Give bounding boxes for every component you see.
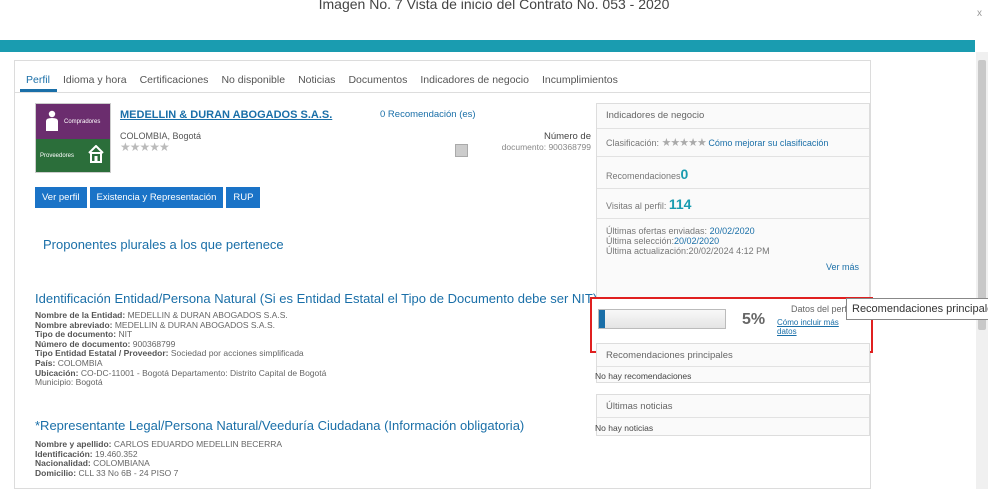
recommendations-title: Recomendaciones principales xyxy=(606,350,733,361)
tab-perfil[interactable]: Perfil xyxy=(20,65,57,92)
news-empty: No hay noticias xyxy=(595,423,654,433)
top-bar xyxy=(0,40,975,52)
identification-title: Identificación Entidad/Persona Natural (… xyxy=(35,291,598,306)
profile-progress-percent: 5% xyxy=(742,311,766,328)
document-number: Número de documento: 900368799 xyxy=(501,131,591,152)
news-panel: Últimas noticias No hay noticias xyxy=(595,394,870,436)
tab-noticias[interactable]: Noticias xyxy=(292,65,342,92)
profile-progress-bar xyxy=(598,309,726,329)
news-title: Últimas noticias xyxy=(606,401,673,412)
recommendations-row: Recomendaciones0 xyxy=(606,166,689,182)
recommendations-empty: No hay recomendaciones xyxy=(595,371,692,381)
house-icon xyxy=(88,145,104,163)
profile-header: Compradores Proveedores MEDELLIN & DURAN… xyxy=(35,103,591,175)
caption: Imagen No. 7 Vista de inicio del Contrat… xyxy=(318,0,670,12)
ver-mas-link[interactable]: Ver más xyxy=(826,262,859,272)
indicators-panel: Indicadores de negocio Clasificación: ★★… xyxy=(596,103,870,301)
logo-top-text: Compradores xyxy=(64,119,101,125)
person-icon xyxy=(46,110,58,131)
recommendation-count: 0 Recomendación (es) xyxy=(380,109,476,120)
close-icon[interactable]: x xyxy=(977,8,982,19)
activity-dates: Últimas ofertas enviadas: 20/02/2020 Últ… xyxy=(606,226,770,256)
ver-perfil-button[interactable]: Ver perfil xyxy=(35,187,87,208)
logo-bottom-text: Proveedores xyxy=(40,153,75,159)
tab-bar: Perfil Idioma y hora Certificaciones No … xyxy=(15,65,870,93)
tab-certificaciones[interactable]: Certificaciones xyxy=(134,65,216,92)
tab-idioma[interactable]: Idioma y hora xyxy=(57,65,134,92)
profile-progress-fill xyxy=(599,310,606,328)
tab-indicadores[interactable]: Indicadores de negocio xyxy=(414,65,536,92)
checkbox[interactable] xyxy=(455,144,468,157)
representative-fields: Nombre y apellido: CARLOS EDUARDO MEDELL… xyxy=(35,439,283,478)
profile-frame: Perfil Idioma y hora Certificaciones No … xyxy=(14,60,873,489)
rating-row: Clasificación: ★★★★★ Cómo mejorar su cla… xyxy=(606,137,829,149)
rating-stars-icon: ★★★★★ xyxy=(661,137,707,149)
existencia-button[interactable]: Existencia y Representación xyxy=(89,187,224,208)
company-name-link[interactable]: MEDELLIN & DURAN ABOGADOS S.A.S. xyxy=(120,109,332,121)
indicators-title: Indicadores de negocio xyxy=(606,110,705,121)
tab-no-disponible[interactable]: No disponible xyxy=(215,65,292,92)
improve-rating-link[interactable]: Cómo mejorar su clasificación xyxy=(708,138,828,148)
tooltip: Recomendaciones principales xyxy=(846,298,988,320)
rup-button[interactable]: RUP xyxy=(226,187,261,208)
company-logo: Compradores Proveedores xyxy=(35,103,111,173)
rating-stars-icon: ★★★★★ xyxy=(120,140,170,154)
add-data-link[interactable]: Cómo incluir más datos xyxy=(777,318,847,336)
plural-proponents-title: Proponentes plurales a los que pertenece xyxy=(43,237,284,252)
tab-documentos[interactable]: Documentos xyxy=(342,65,414,92)
profile-button-row: Ver perfil Existencia y Representación R… xyxy=(35,187,261,208)
tab-incumplimientos[interactable]: Incumplimientos xyxy=(536,65,625,92)
identification-fields: Nombre de la Entidad: MEDELLIN & DURAN A… xyxy=(35,310,327,388)
scrollbar-thumb[interactable] xyxy=(978,60,986,330)
representative-title: *Representante Legal/Persona Natural/Vee… xyxy=(35,418,525,433)
recommendations-panel: Recomendaciones principales No hay recom… xyxy=(595,343,870,383)
visits-row: Visitas al perfil: 114 xyxy=(606,196,692,212)
